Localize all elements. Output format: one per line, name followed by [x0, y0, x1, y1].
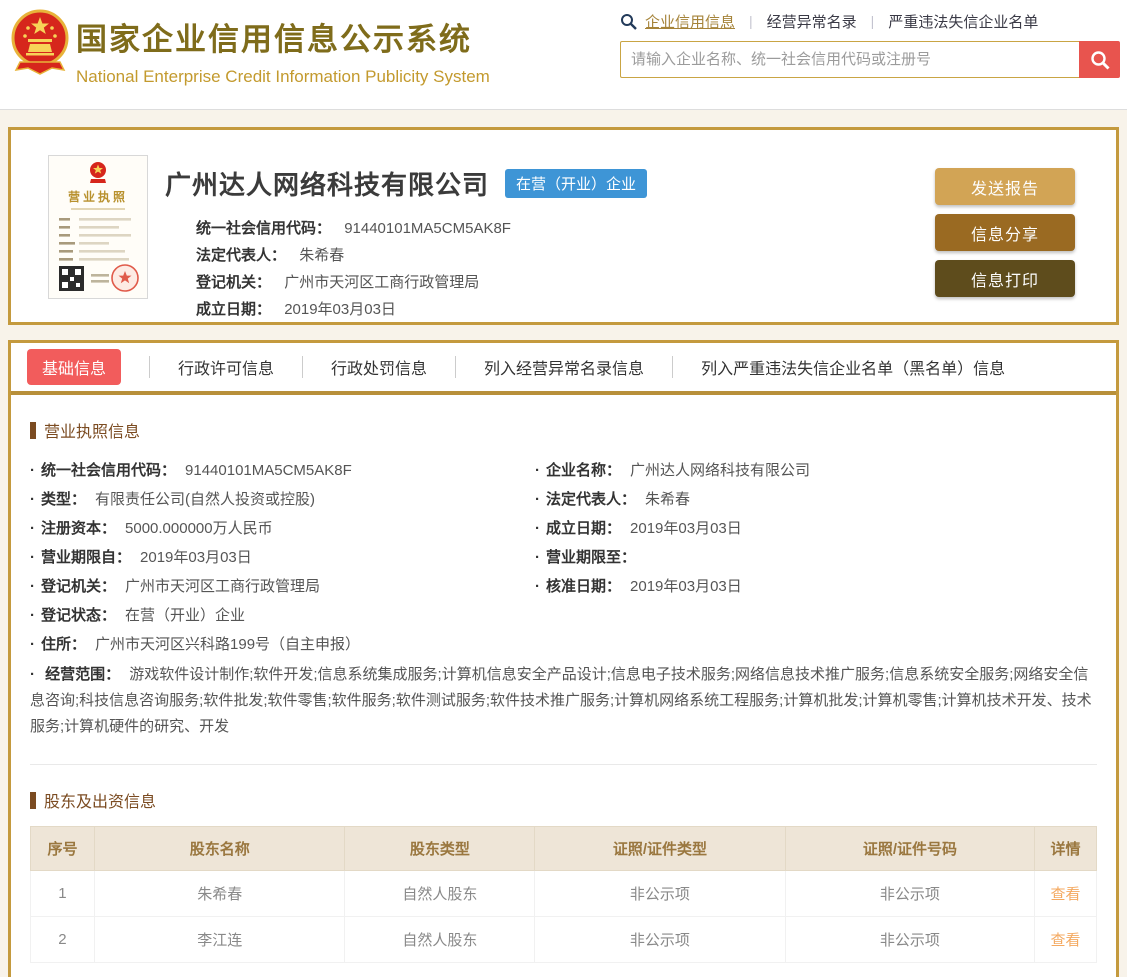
- card-field-establish-date: 成立日期： 2019年03月03日: [196, 296, 647, 323]
- section-heading-license-info: 营业执照信息: [30, 418, 1097, 442]
- cell-shareholder-name: 朱希春: [93, 870, 346, 917]
- main-content-box: 基础信息 行政许可信息 行政处罚信息 列入经营异常名录信息 列入严重违法失信企业…: [8, 340, 1119, 977]
- search-input[interactable]: [620, 41, 1079, 78]
- field-value: 朱希春: [299, 247, 345, 264]
- tab-separator: [672, 356, 674, 378]
- national-emblem-logo: [8, 8, 72, 80]
- column-header-detail: 详情: [1034, 826, 1097, 871]
- column-header-cert-type: 证照/证件类型: [534, 826, 786, 871]
- svg-text:营业执照: 营业执照: [68, 189, 128, 204]
- section-marker: [30, 791, 36, 809]
- search-button[interactable]: [1079, 41, 1120, 78]
- section-title: 股东及出资信息: [44, 794, 157, 811]
- field-label: 成立日期：: [196, 301, 272, 318]
- license-info-left-column: 统一社会信用代码：91440101MA5CM5AK8F 类型：有限责任公司(自然…: [30, 456, 535, 659]
- license-info-right-column: 企业名称：广州达人网络科技有限公司 法定代表人：朱希春 成立日期：2019年03…: [535, 456, 1097, 659]
- section-marker: [30, 421, 36, 439]
- info-print-button[interactable]: 信息打印: [935, 260, 1075, 297]
- card-buttons: 发送报告 信息分享 信息打印: [935, 168, 1075, 306]
- kv-establish-date: 成立日期：2019年03月03日: [535, 514, 1097, 543]
- kv-company-type: 类型：有限责任公司(自然人投资或控股): [30, 485, 535, 514]
- field-value: 2019年03月03日: [284, 301, 396, 318]
- column-header-no: 序号: [30, 826, 95, 871]
- field-value: 91440101MA5CM5AK8F: [344, 220, 511, 237]
- site-title: 国家企业信用信息公示系统: [76, 22, 472, 57]
- kv-approval-date: 核准日期：2019年03月03日: [535, 572, 1097, 601]
- cell-shareholder-type: 自然人股东: [344, 916, 536, 963]
- kv-address: 住所：广州市天河区兴科路199号（自主申报）: [30, 630, 535, 659]
- kv-registry-authority: 登记机关：广州市天河区工商行政管理局: [30, 572, 535, 601]
- table-row: 2 李江连 自然人股东 非公示项 非公示项 查看: [30, 916, 1097, 963]
- cell-cert-type: 非公示项: [534, 916, 786, 963]
- site-subtitle: National Enterprise Credit Information P…: [76, 67, 490, 86]
- tab-administrative-penalty[interactable]: 行政处罚信息: [331, 355, 427, 379]
- cell-shareholder-type: 自然人股东: [344, 870, 536, 917]
- kv-business-scope: 经营范围：游戏软件设计制作;软件开发;信息系统集成服务;计算机信息安全产品设计;…: [30, 662, 1097, 740]
- card-field-credit-code: 统一社会信用代码： 91440101MA5CM5AK8F: [196, 215, 647, 242]
- site-header: 国家企业信用信息公示系统 National Enterprise Credit …: [0, 0, 1127, 110]
- cell-cert-number: 非公示项: [784, 916, 1036, 963]
- search-bar: [620, 41, 1120, 78]
- column-header-shareholder-type: 股东类型: [344, 826, 536, 871]
- kv-registration-status: 登记状态：在营（开业）企业: [30, 601, 535, 630]
- section-divider: [30, 764, 1097, 765]
- site-title-block: 国家企业信用信息公示系统 National Enterprise Credit …: [76, 14, 490, 87]
- tab-administrative-license[interactable]: 行政许可信息: [178, 355, 274, 379]
- kv-registered-capital: 注册资本：5000.000000万人民币: [30, 514, 535, 543]
- cell-cert-number: 非公示项: [784, 870, 1036, 917]
- kv-credit-code: 统一社会信用代码：91440101MA5CM5AK8F: [30, 456, 535, 485]
- shareholders-table: 序号 股东名称 股东类型 证照/证件类型 证照/证件号码 详情 1 朱希春 自然…: [30, 826, 1097, 963]
- tab-strip: 基础信息 行政许可信息 行政处罚信息 列入经营异常名录信息 列入严重违法失信企业…: [11, 343, 1116, 395]
- kv-term-from: 营业期限自：2019年03月03日: [30, 543, 535, 572]
- company-name: 广州达人网络科技有限公司: [165, 170, 490, 200]
- page-body: 营业执照 广州达人网络科技有限公司 在营（开业）企业 统一社会信用代码： 914…: [0, 110, 1127, 977]
- business-license-image[interactable]: 营业执照: [48, 155, 148, 299]
- cell-shareholder-name: 李江连: [93, 916, 346, 963]
- search-icon: [620, 13, 637, 30]
- company-card: 营业执照 广州达人网络科技有限公司 在营（开业）企业 统一社会信用代码： 914…: [8, 127, 1119, 325]
- section-heading-shareholders: 股东及出资信息: [30, 788, 1097, 812]
- send-report-button[interactable]: 发送报告: [935, 168, 1075, 205]
- tab-separator: [302, 356, 304, 378]
- nav-separator: |: [749, 13, 753, 29]
- header-right: 企业信用信息 | 经营异常名录 | 严重违法失信企业名单: [620, 10, 1120, 78]
- field-label: 法定代表人：: [196, 247, 287, 264]
- tab-separator: [455, 356, 457, 378]
- status-badge: 在营（开业）企业: [505, 169, 648, 198]
- cell-no: 1: [30, 870, 95, 917]
- view-detail-link[interactable]: 查看: [1051, 932, 1081, 949]
- info-share-button[interactable]: 信息分享: [935, 214, 1075, 251]
- cell-no: 2: [30, 916, 95, 963]
- field-value: 广州市天河区工商行政管理局: [284, 274, 480, 291]
- card-field-registry: 登记机关： 广州市天河区工商行政管理局: [196, 269, 647, 296]
- kv-company-name: 企业名称：广州达人网络科技有限公司: [535, 456, 1097, 485]
- nav-separator: |: [870, 13, 875, 29]
- tab-basic-info[interactable]: 基础信息: [27, 349, 122, 385]
- top-nav: 企业信用信息 | 经营异常名录 | 严重违法失信企业名单: [620, 10, 1120, 32]
- column-header-cert-number: 证照/证件号码: [784, 826, 1036, 871]
- nav-link-abnormal-operations[interactable]: 经营异常名录: [767, 11, 857, 32]
- company-info: 广州达人网络科技有限公司 在营（开业）企业 统一社会信用代码： 91440101…: [165, 165, 648, 323]
- tab-separator: [149, 356, 151, 378]
- section-title: 营业执照信息: [44, 424, 141, 441]
- table-row: 1 朱希春 自然人股东 非公示项 非公示项 查看: [30, 870, 1097, 917]
- table-header-row: 序号 股东名称 股东类型 证照/证件类型 证照/证件号码 详情: [30, 826, 1097, 871]
- tab-serious-violations-blacklist[interactable]: 列入严重违法失信企业名单（黑名单）信息: [701, 355, 1005, 379]
- tab-content: 营业执照信息 统一社会信用代码：91440101MA5CM5AK8F 类型：有限…: [11, 418, 1116, 963]
- tab-abnormal-operations-list[interactable]: 列入经营异常名录信息: [484, 355, 644, 379]
- nav-link-serious-violations[interactable]: 严重违法失信企业名单: [888, 11, 1038, 32]
- column-header-shareholder-name: 股东名称: [93, 826, 346, 871]
- field-label: 统一社会信用代码：: [196, 220, 332, 237]
- license-info-grid: 统一社会信用代码：91440101MA5CM5AK8F 类型：有限责任公司(自然…: [30, 456, 1097, 659]
- field-label: 登记机关：: [196, 274, 272, 291]
- nav-link-enterprise-credit[interactable]: 企业信用信息: [645, 11, 735, 32]
- cell-cert-type: 非公示项: [534, 870, 786, 917]
- kv-legal-rep: 法定代表人：朱希春: [535, 485, 1097, 514]
- view-detail-link[interactable]: 查看: [1051, 886, 1081, 903]
- card-field-legal-rep: 法定代表人： 朱希春: [196, 242, 647, 269]
- kv-term-to: 营业期限至：: [535, 543, 1097, 572]
